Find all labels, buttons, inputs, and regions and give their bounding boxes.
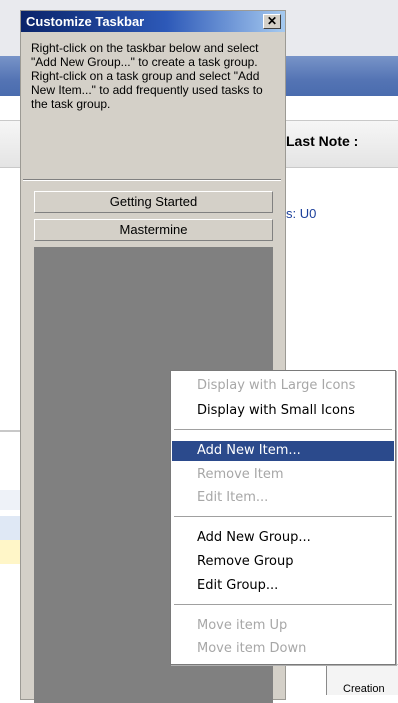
menu-item-add-new-group[interactable]: Add New Group... (172, 528, 394, 548)
instructions-text: Right-click on the taskbar below and sel… (31, 41, 263, 111)
task-group-mastermine[interactable]: Mastermine (34, 219, 273, 241)
menu-item-edit-group[interactable]: Edit Group... (172, 576, 394, 596)
context-menu: Display with Large Icons Display with Sm… (170, 370, 396, 665)
divider (23, 179, 281, 181)
close-icon: ✕ (266, 14, 278, 28)
menu-item-add-new-item[interactable]: Add New Item... (172, 441, 394, 461)
menu-item-remove-group[interactable]: Remove Group (172, 552, 394, 572)
last-note-column-header[interactable]: Last Note : (286, 133, 358, 149)
menu-separator (174, 604, 392, 605)
title-bar[interactable]: Customize Taskbar ✕ (21, 11, 285, 32)
menu-item-edit-item[interactable]: Edit Item... (172, 488, 394, 508)
task-group-getting-started[interactable]: Getting Started (34, 191, 273, 213)
menu-item-remove-item[interactable]: Remove Item (172, 465, 394, 485)
window-title: Customize Taskbar (26, 14, 145, 29)
close-button[interactable]: ✕ (263, 14, 281, 29)
creation-label: Creation (343, 683, 385, 695)
menu-item-move-item-down[interactable]: Move item Down (172, 639, 394, 659)
background-field-text: s: U0 (286, 206, 317, 221)
menu-item-move-item-up[interactable]: Move item Up (172, 616, 394, 636)
menu-separator (174, 516, 392, 517)
menu-separator (174, 429, 392, 430)
menu-item-display-large-icons[interactable]: Display with Large Icons (172, 376, 394, 396)
menu-item-display-small-icons[interactable]: Display with Small Icons (172, 401, 394, 421)
